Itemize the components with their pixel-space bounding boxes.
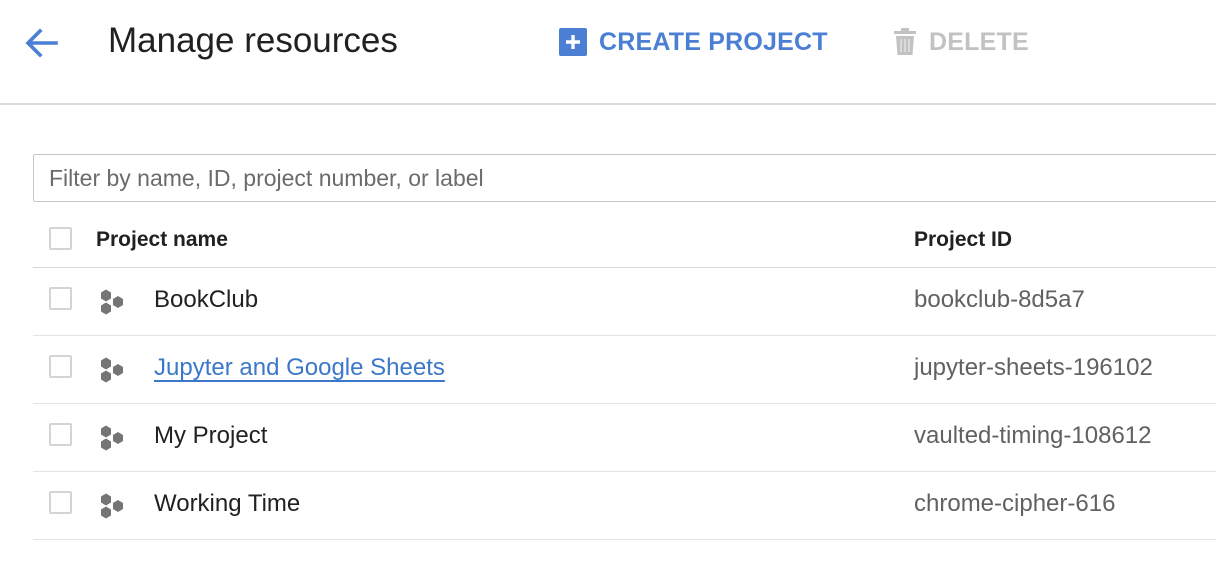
project-hexagon-icon <box>101 357 123 383</box>
project-name: My Project <box>154 422 268 449</box>
trash-icon <box>894 28 916 55</box>
table-header-row: Project name Project ID <box>33 204 1216 268</box>
add-box-icon <box>559 28 587 56</box>
project-id: jupyter-sheets-196102 <box>914 354 1153 381</box>
select-all-checkbox[interactable] <box>49 227 72 250</box>
filter-box <box>33 154 1216 202</box>
row-checkbox[interactable] <box>49 355 72 378</box>
column-header-project-name[interactable]: Project name <box>96 228 228 252</box>
project-id: vaulted-timing-108612 <box>914 422 1152 449</box>
top-header: Manage resources CREATE PROJECT DELETE <box>0 0 1216 105</box>
table-row[interactable]: Working Time chrome-cipher-616 <box>33 472 1216 540</box>
project-hexagon-icon <box>101 493 123 519</box>
projects-table: Project name Project ID BookClub bookclu… <box>33 204 1216 540</box>
filter-input[interactable] <box>34 155 1216 201</box>
project-hexagon-icon <box>101 425 123 451</box>
back-button[interactable] <box>22 24 60 62</box>
manage-resources-page: Manage resources CREATE PROJECT DELETE F… <box>0 0 1216 568</box>
row-checkbox[interactable] <box>49 287 72 310</box>
project-name: Working Time <box>154 490 301 517</box>
project-id: bookclub-8d5a7 <box>914 286 1085 313</box>
create-project-button[interactable]: CREATE PROJECT <box>559 26 828 58</box>
page-title: Manage resources <box>108 21 398 60</box>
table-row[interactable]: BookClub bookclub-8d5a7 <box>33 268 1216 336</box>
delete-button[interactable]: DELETE <box>893 26 1029 58</box>
table-row[interactable]: Jupyter and Google Sheets jupyter-sheets… <box>33 336 1216 404</box>
row-checkbox[interactable] <box>49 491 72 514</box>
project-hexagon-icon <box>101 289 123 315</box>
project-name-link[interactable]: Jupyter and Google Sheets <box>154 354 445 382</box>
delete-label: DELETE <box>929 27 1029 56</box>
project-name: BookClub <box>154 286 259 313</box>
row-checkbox[interactable] <box>49 423 72 446</box>
project-id: chrome-cipher-616 <box>914 490 1116 517</box>
arrow-back-icon <box>25 28 58 58</box>
column-header-project-id[interactable]: Project ID <box>914 228 1012 252</box>
table-row[interactable]: My Project vaulted-timing-108612 <box>33 404 1216 472</box>
create-project-label: CREATE PROJECT <box>599 27 828 56</box>
